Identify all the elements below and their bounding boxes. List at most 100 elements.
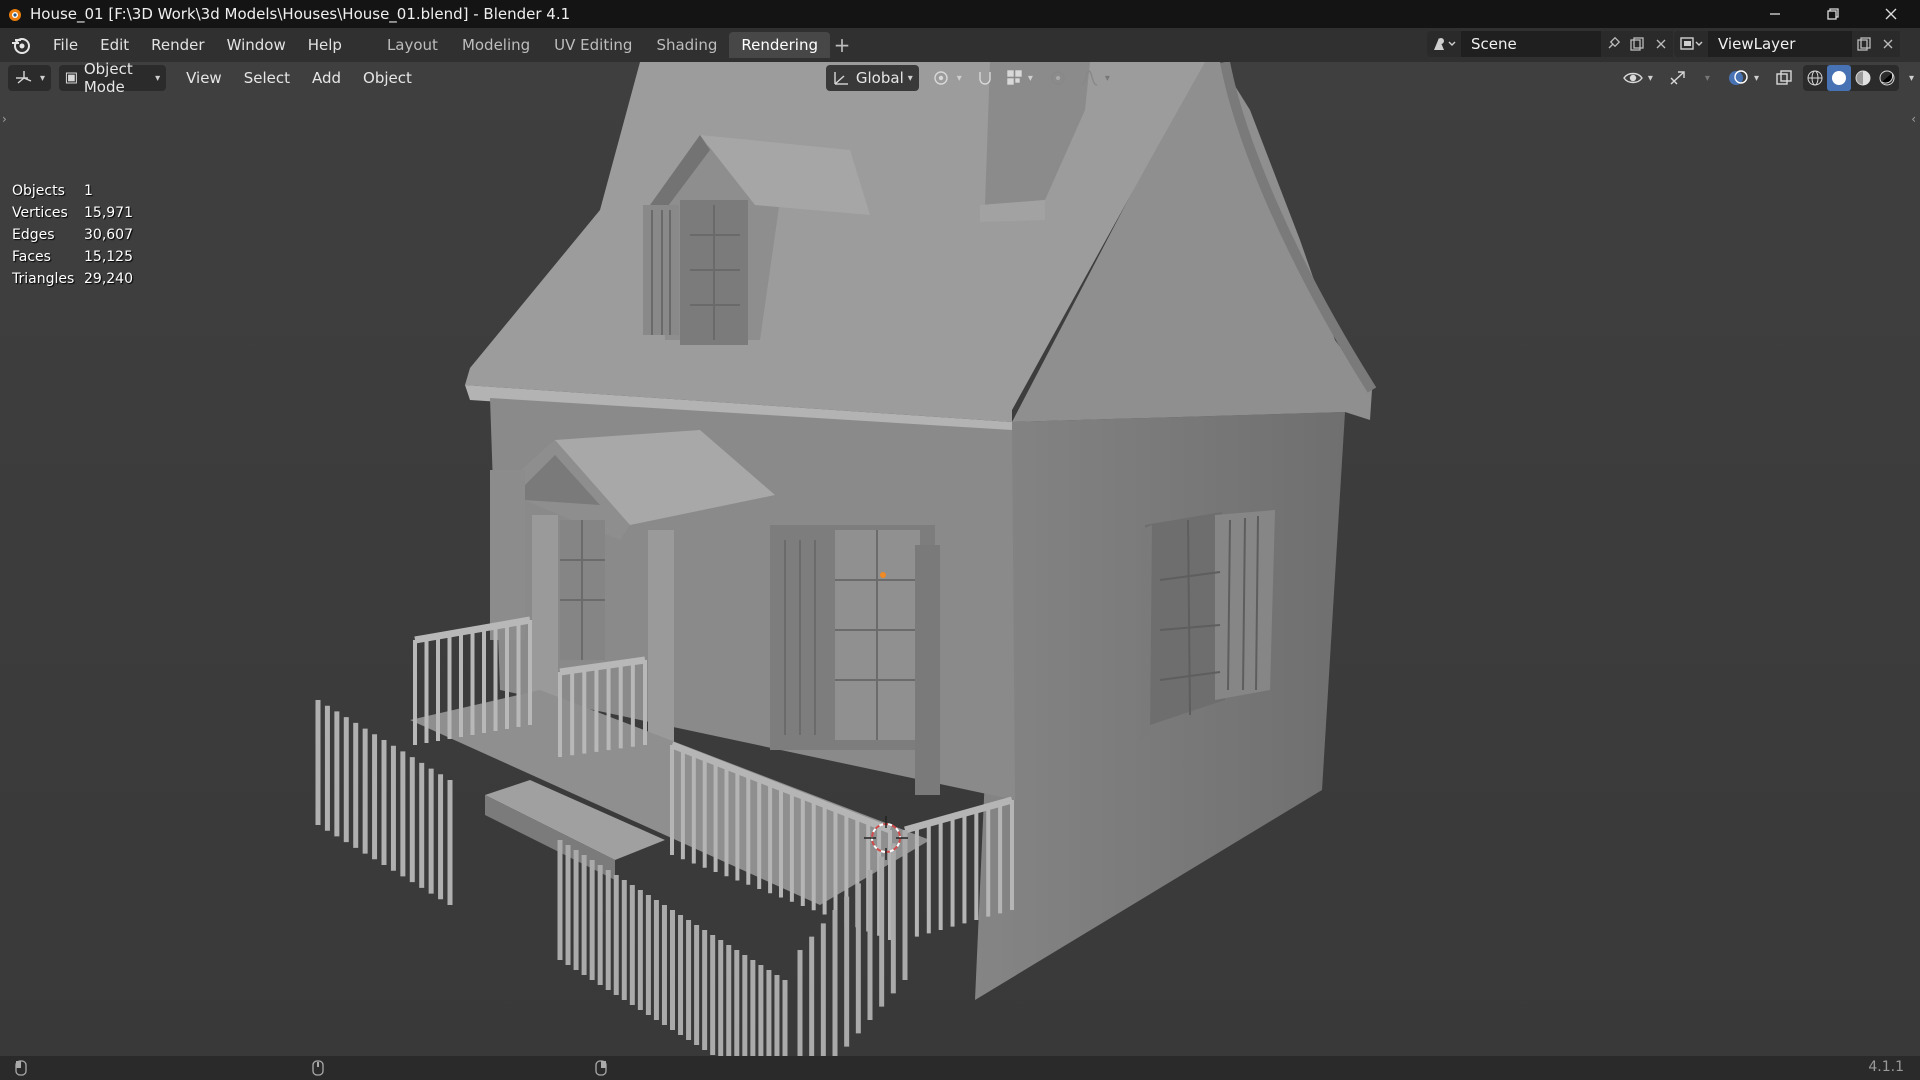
material-preview-button[interactable] bbox=[1851, 65, 1875, 91]
pivot-icon bbox=[934, 71, 948, 85]
close-icon bbox=[1656, 39, 1666, 49]
solid-shading-button[interactable] bbox=[1826, 65, 1851, 91]
mode-label: Object Mode bbox=[83, 60, 133, 96]
house-model[interactable] bbox=[0, 62, 1920, 1056]
chevron-down-icon: ▾ bbox=[1753, 72, 1759, 84]
xray-toggle[interactable] bbox=[1769, 65, 1799, 91]
menu-file[interactable]: File bbox=[42, 32, 89, 58]
scene-browse-button[interactable] bbox=[1427, 31, 1461, 57]
close-icon bbox=[1883, 39, 1893, 49]
stat-label: Vertices bbox=[12, 205, 68, 221]
falloff-button[interactable]: ▾ bbox=[1073, 65, 1116, 91]
tab-layout[interactable]: Layout bbox=[375, 32, 450, 58]
status-bar: 4.1.1 bbox=[0, 1056, 1920, 1080]
stat-label: Triangles bbox=[12, 271, 75, 287]
stat-value: 1 bbox=[84, 183, 93, 199]
minimize-icon bbox=[1770, 13, 1780, 15]
snap-toggle[interactable] bbox=[970, 65, 1000, 91]
stat-value: 15,125 bbox=[84, 249, 133, 265]
menu-view[interactable]: View bbox=[180, 65, 228, 91]
top-bar: File Edit Render Window Help Layout Mode… bbox=[0, 28, 1920, 62]
blender-window: House_01 [F:\3D Work\3d Models\Houses\Ho… bbox=[0, 0, 1920, 1080]
3d-viewport[interactable]: Objects 1 Vertices 15,971 Edges 30,607 F… bbox=[0, 62, 1920, 1056]
xray-icon bbox=[1776, 70, 1792, 85]
chevron-down-icon: ▾ bbox=[40, 72, 46, 84]
toolbar-expand-icon[interactable]: › bbox=[2, 112, 7, 126]
tab-shading[interactable]: Shading bbox=[644, 32, 729, 58]
gizmo-options-button[interactable]: ▾ bbox=[1695, 65, 1716, 91]
menu-window[interactable]: Window bbox=[216, 32, 297, 58]
scene-name-field[interactable]: Scene bbox=[1461, 31, 1601, 57]
pivot-point-button[interactable]: ▾ bbox=[925, 65, 968, 91]
menu-object[interactable]: Object bbox=[357, 65, 418, 91]
wireframe-shading-button[interactable] bbox=[1803, 65, 1827, 91]
chevron-down-icon: ▾ bbox=[1647, 72, 1653, 84]
sidebar-expand-icon[interactable]: ‹ bbox=[1911, 112, 1916, 126]
chevron-down-icon: ▾ bbox=[1104, 72, 1110, 84]
menu-select[interactable]: Select bbox=[238, 65, 296, 91]
view-layer-name-field[interactable]: ViewLayer bbox=[1708, 31, 1852, 57]
pin-scene-button[interactable] bbox=[1601, 31, 1625, 57]
blender-logo-icon bbox=[9, 9, 21, 21]
menu-help[interactable]: Help bbox=[297, 32, 353, 58]
stat-edges: Edges 30,607 bbox=[12, 224, 154, 246]
tab-rendering[interactable]: Rendering bbox=[729, 32, 830, 58]
wireframe-icon bbox=[1807, 70, 1823, 86]
chevron-down-icon: ▾ bbox=[1908, 72, 1914, 84]
falloff-curve-icon bbox=[1080, 70, 1098, 86]
window-title: House_01 [F:\3D Work\3d Models\Houses\Ho… bbox=[30, 5, 571, 23]
stat-vertices: Vertices 15,971 bbox=[12, 202, 154, 224]
chevron-down-icon: ▾ bbox=[907, 72, 913, 84]
title-bar: House_01 [F:\3D Work\3d Models\Houses\Ho… bbox=[0, 0, 1920, 28]
rendered-shading-button[interactable] bbox=[1875, 65, 1899, 91]
scene-statistics: Objects 1 Vertices 15,971 Edges 30,607 F… bbox=[12, 180, 154, 290]
view-layer-browse-button[interactable] bbox=[1674, 31, 1708, 57]
overlays-icon bbox=[1728, 70, 1748, 85]
stat-label: Faces bbox=[12, 249, 51, 265]
close-window-button[interactable] bbox=[1862, 0, 1920, 28]
close-icon bbox=[1885, 8, 1897, 20]
tab-uv-editing[interactable]: UV Editing bbox=[542, 32, 644, 58]
menu-add[interactable]: Add bbox=[306, 65, 347, 91]
proportional-editing-toggle[interactable] bbox=[1043, 65, 1073, 91]
blender-version: 4.1.1 bbox=[1868, 1059, 1904, 1075]
stat-label: Edges bbox=[12, 227, 55, 243]
mouse-left-icon bbox=[15, 1060, 27, 1076]
rendered-sphere-icon bbox=[1879, 70, 1895, 86]
gizmo-toggle[interactable] bbox=[1661, 65, 1695, 91]
snap-target-button[interactable]: ▾ bbox=[1000, 65, 1039, 91]
side-window bbox=[1145, 512, 1225, 725]
chevron-down-icon: ▾ bbox=[1704, 72, 1710, 84]
stat-value: 15,971 bbox=[84, 205, 133, 221]
stat-value: 30,607 bbox=[84, 227, 133, 243]
scene-selector: Scene bbox=[1427, 31, 1673, 57]
delete-view-layer-button[interactable] bbox=[1876, 31, 1900, 57]
pin-icon bbox=[1608, 37, 1620, 49]
mouse-right-icon bbox=[595, 1060, 607, 1076]
object-origin-icon bbox=[880, 572, 886, 578]
view-layer-selector: ViewLayer bbox=[1674, 31, 1900, 57]
add-workspace-button[interactable]: + bbox=[830, 32, 854, 58]
proportional-edit-icon bbox=[1051, 71, 1065, 85]
tab-modeling[interactable]: Modeling bbox=[450, 32, 542, 58]
object-mode-icon bbox=[65, 72, 77, 84]
gizmo-icon bbox=[1670, 71, 1685, 85]
shading-options-button[interactable]: ▾ bbox=[1899, 65, 1920, 91]
delete-scene-button[interactable] bbox=[1649, 31, 1673, 57]
mode-selector[interactable]: Object Mode ▾ bbox=[59, 60, 167, 96]
overlays-toggle[interactable]: ▾ bbox=[1722, 65, 1765, 91]
editor-type-button[interactable]: ▾ bbox=[8, 65, 52, 91]
new-view-layer-button[interactable] bbox=[1852, 31, 1876, 57]
menu-edit[interactable]: Edit bbox=[89, 32, 140, 58]
blender-menu-icon[interactable] bbox=[10, 34, 32, 56]
restore-button[interactable] bbox=[1804, 0, 1862, 28]
menu-render[interactable]: Render bbox=[140, 32, 215, 58]
solid-sphere-icon bbox=[1831, 71, 1846, 85]
snap-grid-icon bbox=[1007, 70, 1022, 85]
magnet-icon bbox=[979, 72, 991, 85]
object-visibility-button[interactable]: ▾ bbox=[1616, 65, 1659, 91]
minimize-button[interactable] bbox=[1746, 0, 1804, 28]
orientation-global-icon bbox=[834, 72, 848, 85]
transform-orientation-selector[interactable]: Global ▾ bbox=[825, 65, 919, 91]
new-scene-button[interactable] bbox=[1625, 31, 1649, 57]
